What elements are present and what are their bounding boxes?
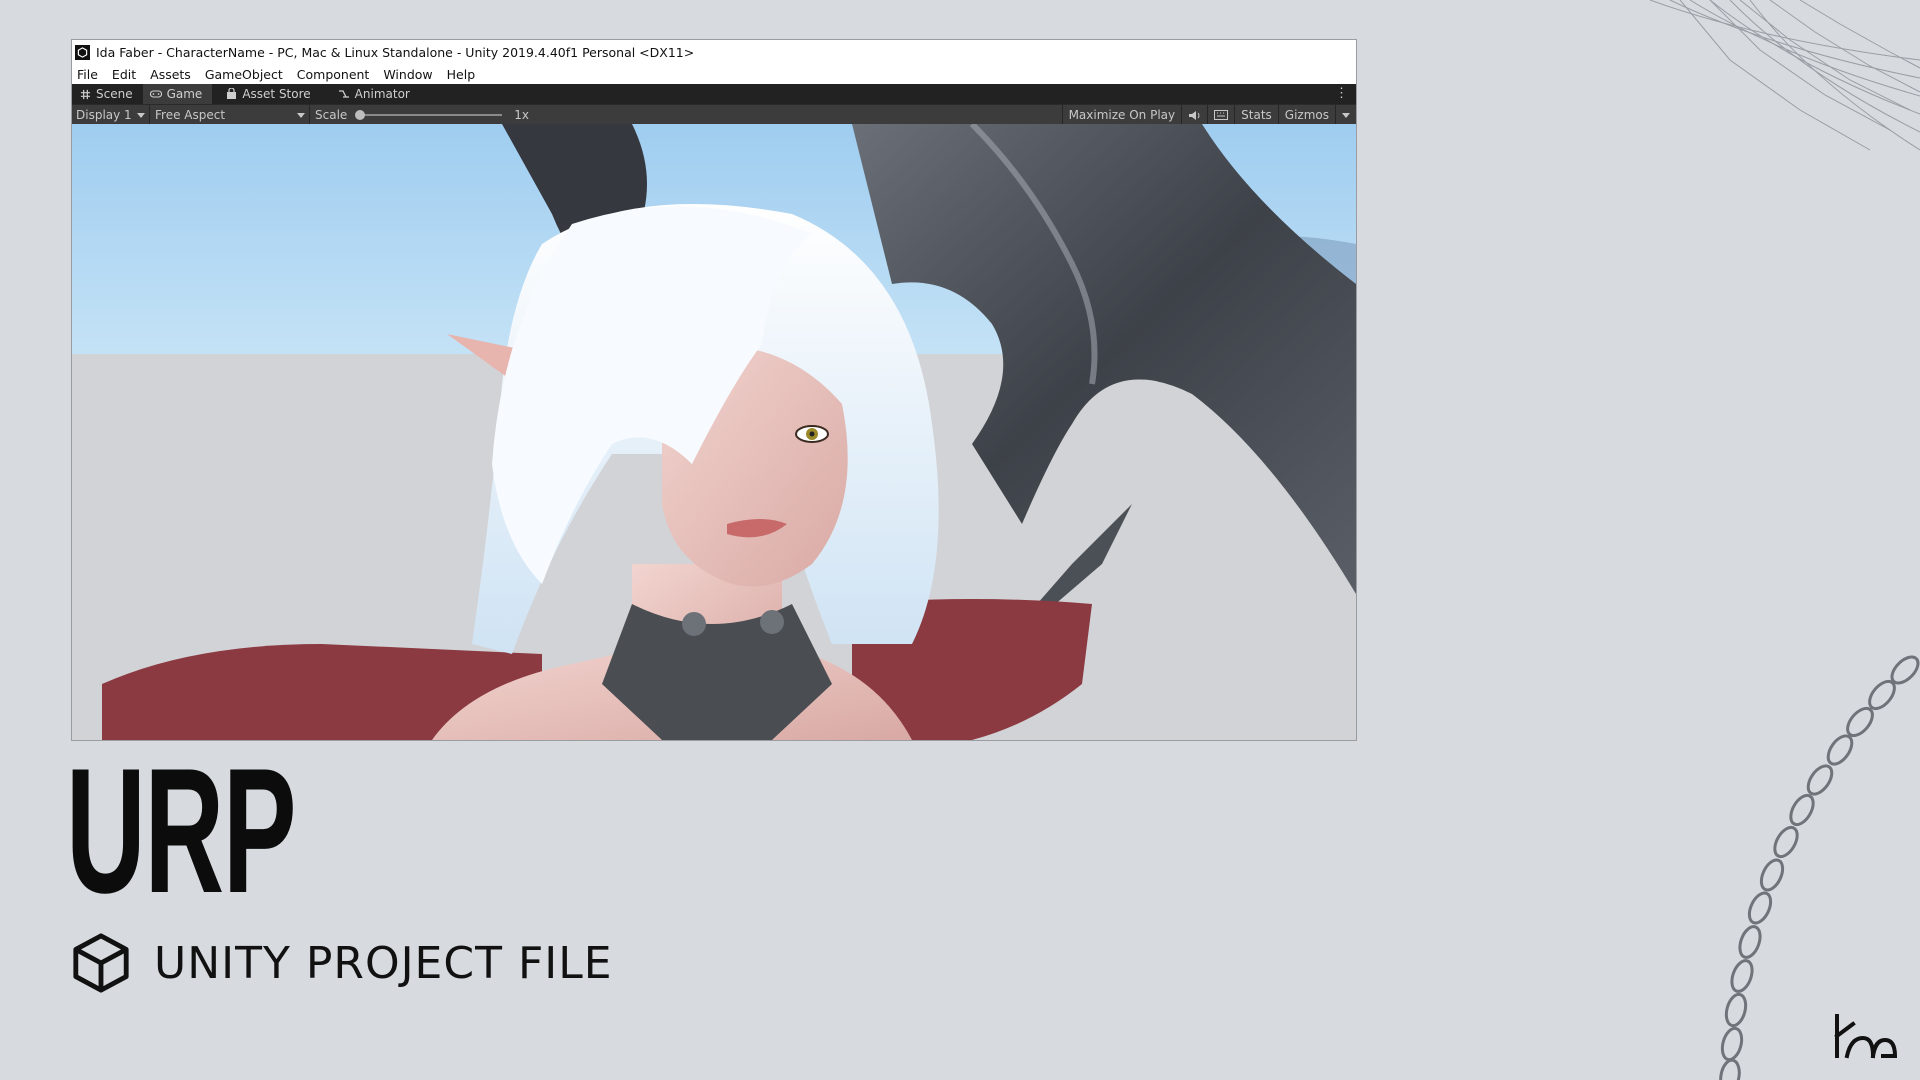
scale-label: Scale (315, 108, 348, 122)
gizmos-toggle[interactable]: Gizmos (1277, 105, 1335, 125)
bag-icon (225, 88, 237, 100)
tab-asset-store-label: Asset Store (242, 87, 311, 101)
brand-logo-icon (1834, 1014, 1898, 1059)
tab-animator[interactable]: Animator (331, 84, 420, 104)
more-options-icon[interactable]: ⋮ (1335, 86, 1348, 100)
menu-file[interactable]: File (77, 67, 98, 82)
menu-bar: File Edit Assets GameObject Component Wi… (72, 64, 1356, 84)
aspect-dropdown-label: Free Aspect (155, 108, 226, 122)
scale-slider[interactable] (355, 110, 503, 120)
tab-game[interactable]: Game (142, 84, 213, 104)
aspect-dropdown[interactable]: Free Aspect (150, 105, 310, 125)
tab-bar: Scene Game Asset Store Animator ⋮ (72, 84, 1356, 104)
stats-toggle[interactable]: Stats (1234, 105, 1278, 125)
tab-scene[interactable]: Scene (72, 84, 143, 104)
display-dropdown[interactable]: Display 1 (72, 105, 150, 125)
hash-icon (79, 88, 91, 100)
menu-component[interactable]: Component (297, 67, 370, 82)
menu-gameobject[interactable]: GameObject (205, 67, 283, 82)
unity-project-caption: UNITY PROJECT FILE (70, 932, 613, 994)
game-view-toolbar: Display 1 Free Aspect Scale 1x Maximize … (72, 104, 1356, 125)
display-dropdown-label: Display 1 (76, 108, 132, 122)
window-title: Ida Faber - CharacterName - PC, Mac & Li… (96, 44, 695, 60)
maximize-on-play-toggle[interactable]: Maximize On Play (1061, 105, 1182, 125)
menu-window[interactable]: Window (383, 67, 432, 82)
menu-assets[interactable]: Assets (150, 67, 191, 82)
scale-slider-handle[interactable] (355, 110, 366, 120)
unity-editor-window: Ida Faber - CharacterName - PC, Mac & Li… (71, 39, 1357, 741)
scale-value: 1x (514, 108, 530, 122)
chevron-down-icon (137, 112, 145, 118)
menu-help[interactable]: Help (447, 67, 476, 82)
tab-animator-label: Animator (354, 87, 410, 101)
unity-app-icon (75, 44, 90, 60)
menu-edit[interactable]: Edit (112, 67, 136, 82)
keyboard-shortcuts-toggle[interactable] (1207, 105, 1234, 125)
tab-scene-label: Scene (96, 87, 133, 101)
chevron-down-icon (297, 112, 305, 118)
unity-project-file-label: UNITY PROJECT FILE (154, 937, 613, 989)
wireframe-mesh-decoration (1649, 0, 1920, 151)
speaker-icon (1189, 110, 1200, 120)
animator-icon (338, 88, 350, 100)
title-bar: Ida Faber - CharacterName - PC, Mac & Li… (72, 40, 1356, 64)
gamepad-icon (149, 88, 162, 100)
game-viewport[interactable] (72, 124, 1356, 740)
tab-asset-store[interactable]: Asset Store (218, 84, 320, 104)
tab-game-label: Game (166, 87, 203, 101)
headline-urp: URP (66, 731, 297, 930)
unity-logo-icon (73, 933, 129, 993)
mute-audio-toggle[interactable] (1181, 105, 1207, 125)
chevron-down-icon (1342, 112, 1350, 118)
gizmos-dropdown[interactable] (1335, 105, 1356, 125)
keyboard-icon (1214, 110, 1229, 120)
